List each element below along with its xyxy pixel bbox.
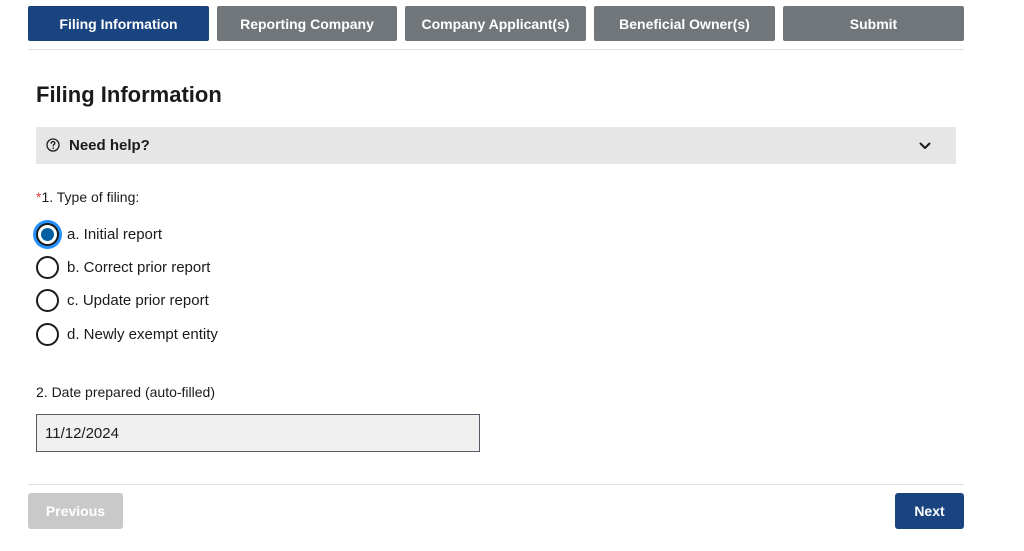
radio-correct-prior-report[interactable]: b. Correct prior report: [36, 255, 210, 279]
chevron-down-icon[interactable]: [918, 139, 932, 153]
radio-button[interactable]: [36, 255, 59, 279]
radio-label: b. Correct prior report: [67, 258, 211, 276]
bottom-divider: [28, 484, 964, 485]
filing-type-label-text: 1. Type of filing:: [41, 189, 140, 205]
need-help-accordion[interactable]: Need help?: [36, 127, 956, 164]
step-company-applicants[interactable]: Company Applicant(s): [405, 6, 586, 41]
radio-update-prior-report[interactable]: c. Update prior report: [36, 288, 209, 312]
step-beneficial-owners[interactable]: Beneficial Owner(s): [594, 6, 775, 41]
filing-information-page: Filing Information Reporting Company Com…: [0, 0, 1024, 551]
previous-button: Previous: [28, 493, 123, 529]
radio-button[interactable]: [36, 322, 59, 346]
step-submit[interactable]: Submit: [783, 6, 964, 41]
next-button[interactable]: Next: [895, 493, 964, 529]
radio-newly-exempt-entity[interactable]: d. Newly exempt entity: [36, 322, 218, 346]
filing-type-label: *1. Type of filing:: [36, 189, 139, 205]
radio-initial-report[interactable]: a. Initial report: [36, 222, 162, 246]
radio-label: c. Update prior report: [67, 291, 209, 309]
question-circle-icon: [46, 138, 60, 152]
radio-button[interactable]: [36, 288, 59, 312]
step-navigation: Filing Information Reporting Company Com…: [28, 6, 964, 41]
radio-button-checked[interactable]: [36, 222, 59, 246]
step-filing-information[interactable]: Filing Information: [28, 6, 209, 41]
radio-label: d. Newly exempt entity: [67, 325, 218, 343]
date-prepared-field[interactable]: [36, 414, 480, 452]
radio-label: a. Initial report: [67, 225, 163, 243]
need-help-label: Need help?: [69, 137, 150, 154]
page-title: Filing Information: [36, 82, 222, 107]
step-reporting-company[interactable]: Reporting Company: [217, 6, 397, 41]
date-prepared-label: 2. Date prepared (auto-filled): [36, 384, 215, 400]
steps-divider: [28, 49, 964, 50]
